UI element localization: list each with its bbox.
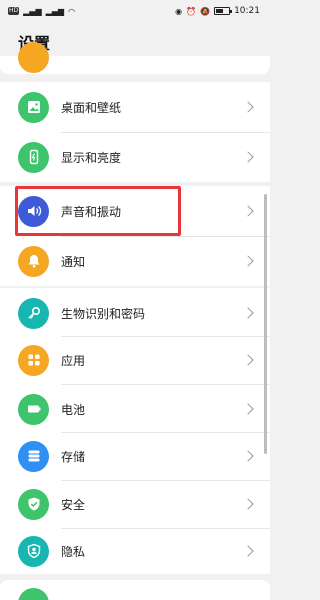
settings-item-notifications[interactable]: 通知 [0,236,270,286]
settings-item-label: 桌面和壁纸 [61,100,122,115]
chevron-right-icon [242,354,254,366]
settings-item-battery[interactable]: 电池 [0,384,270,434]
settings-item-label: 显示和亮度 [61,150,122,165]
chevron-right-icon [242,307,254,319]
card-system: 生物识别和密码 应用 电池 存储 安全 隐私 [0,288,270,574]
settings-item-label: 隐私 [61,544,86,559]
settings-item-apps[interactable]: 应用 [0,335,270,385]
chevron-right-icon [242,255,254,267]
status-left: HD ▂▄▆ ▂▄▆ ◠ [8,7,75,16]
mute-icon: 🔕 [200,6,211,16]
card-partial-bottom [0,580,270,600]
chevron-right-icon [242,205,254,217]
battery-icon [18,393,49,425]
settings-item-label: 存储 [61,449,86,464]
settings-item-label: 生物识别和密码 [61,306,146,321]
wallpaper-icon [18,91,49,123]
highlight-box [15,186,181,236]
card-partial-top [0,42,270,74]
signal-icon-2: ▂▄▆ [45,6,65,16]
chevron-right-icon [242,545,254,557]
partial-item-icon [18,42,49,73]
status-right: ◉ ⏰ 🔕 10:21 [175,6,260,16]
settings-item-wallpaper[interactable]: 桌面和壁纸 [0,82,270,132]
storage-icon [18,440,49,472]
settings-item-privacy[interactable]: 隐私 [0,526,270,576]
apps-grid-icon [18,344,49,376]
settings-item-label: 通知 [61,254,86,269]
shield-check-icon [18,488,49,520]
settings-item-label: 应用 [61,353,86,368]
signal-icon: ▂▄▆ [23,6,42,16]
settings-item-security[interactable]: 安全 [0,479,270,529]
notification-bell-icon [18,245,49,277]
settings-item-biometrics[interactable]: 生物识别和密码 [0,288,270,338]
key-icon [18,297,49,329]
chevron-right-icon [242,498,254,510]
settings-item-label: 安全 [61,497,86,512]
partial-item-icon [18,588,49,600]
chevron-right-icon [242,101,254,113]
chevron-right-icon [242,450,254,462]
chevron-right-icon [242,403,254,415]
wifi-icon: ◠ [68,6,76,16]
battery-status-icon [214,7,233,15]
eye-comfort-icon: ◉ [175,6,183,16]
display-brightness-icon [18,141,49,173]
status-bar: HD ▂▄▆ ▂▄▆ ◠ ◉ ⏰ 🔕 10:21 [0,0,270,22]
alarm-icon: ⏰ [186,6,197,16]
chevron-right-icon [242,151,254,163]
privacy-user-icon [18,535,49,567]
status-time: 10:21 [234,6,260,16]
hd-badge: HD [8,7,20,15]
scrollbar[interactable] [264,194,267,454]
settings-item-display[interactable]: 显示和亮度 [0,132,270,182]
settings-item-label: 电池 [61,402,86,417]
card-display: 桌面和壁纸 显示和亮度 [0,82,270,182]
settings-item-storage[interactable]: 存储 [0,431,270,481]
